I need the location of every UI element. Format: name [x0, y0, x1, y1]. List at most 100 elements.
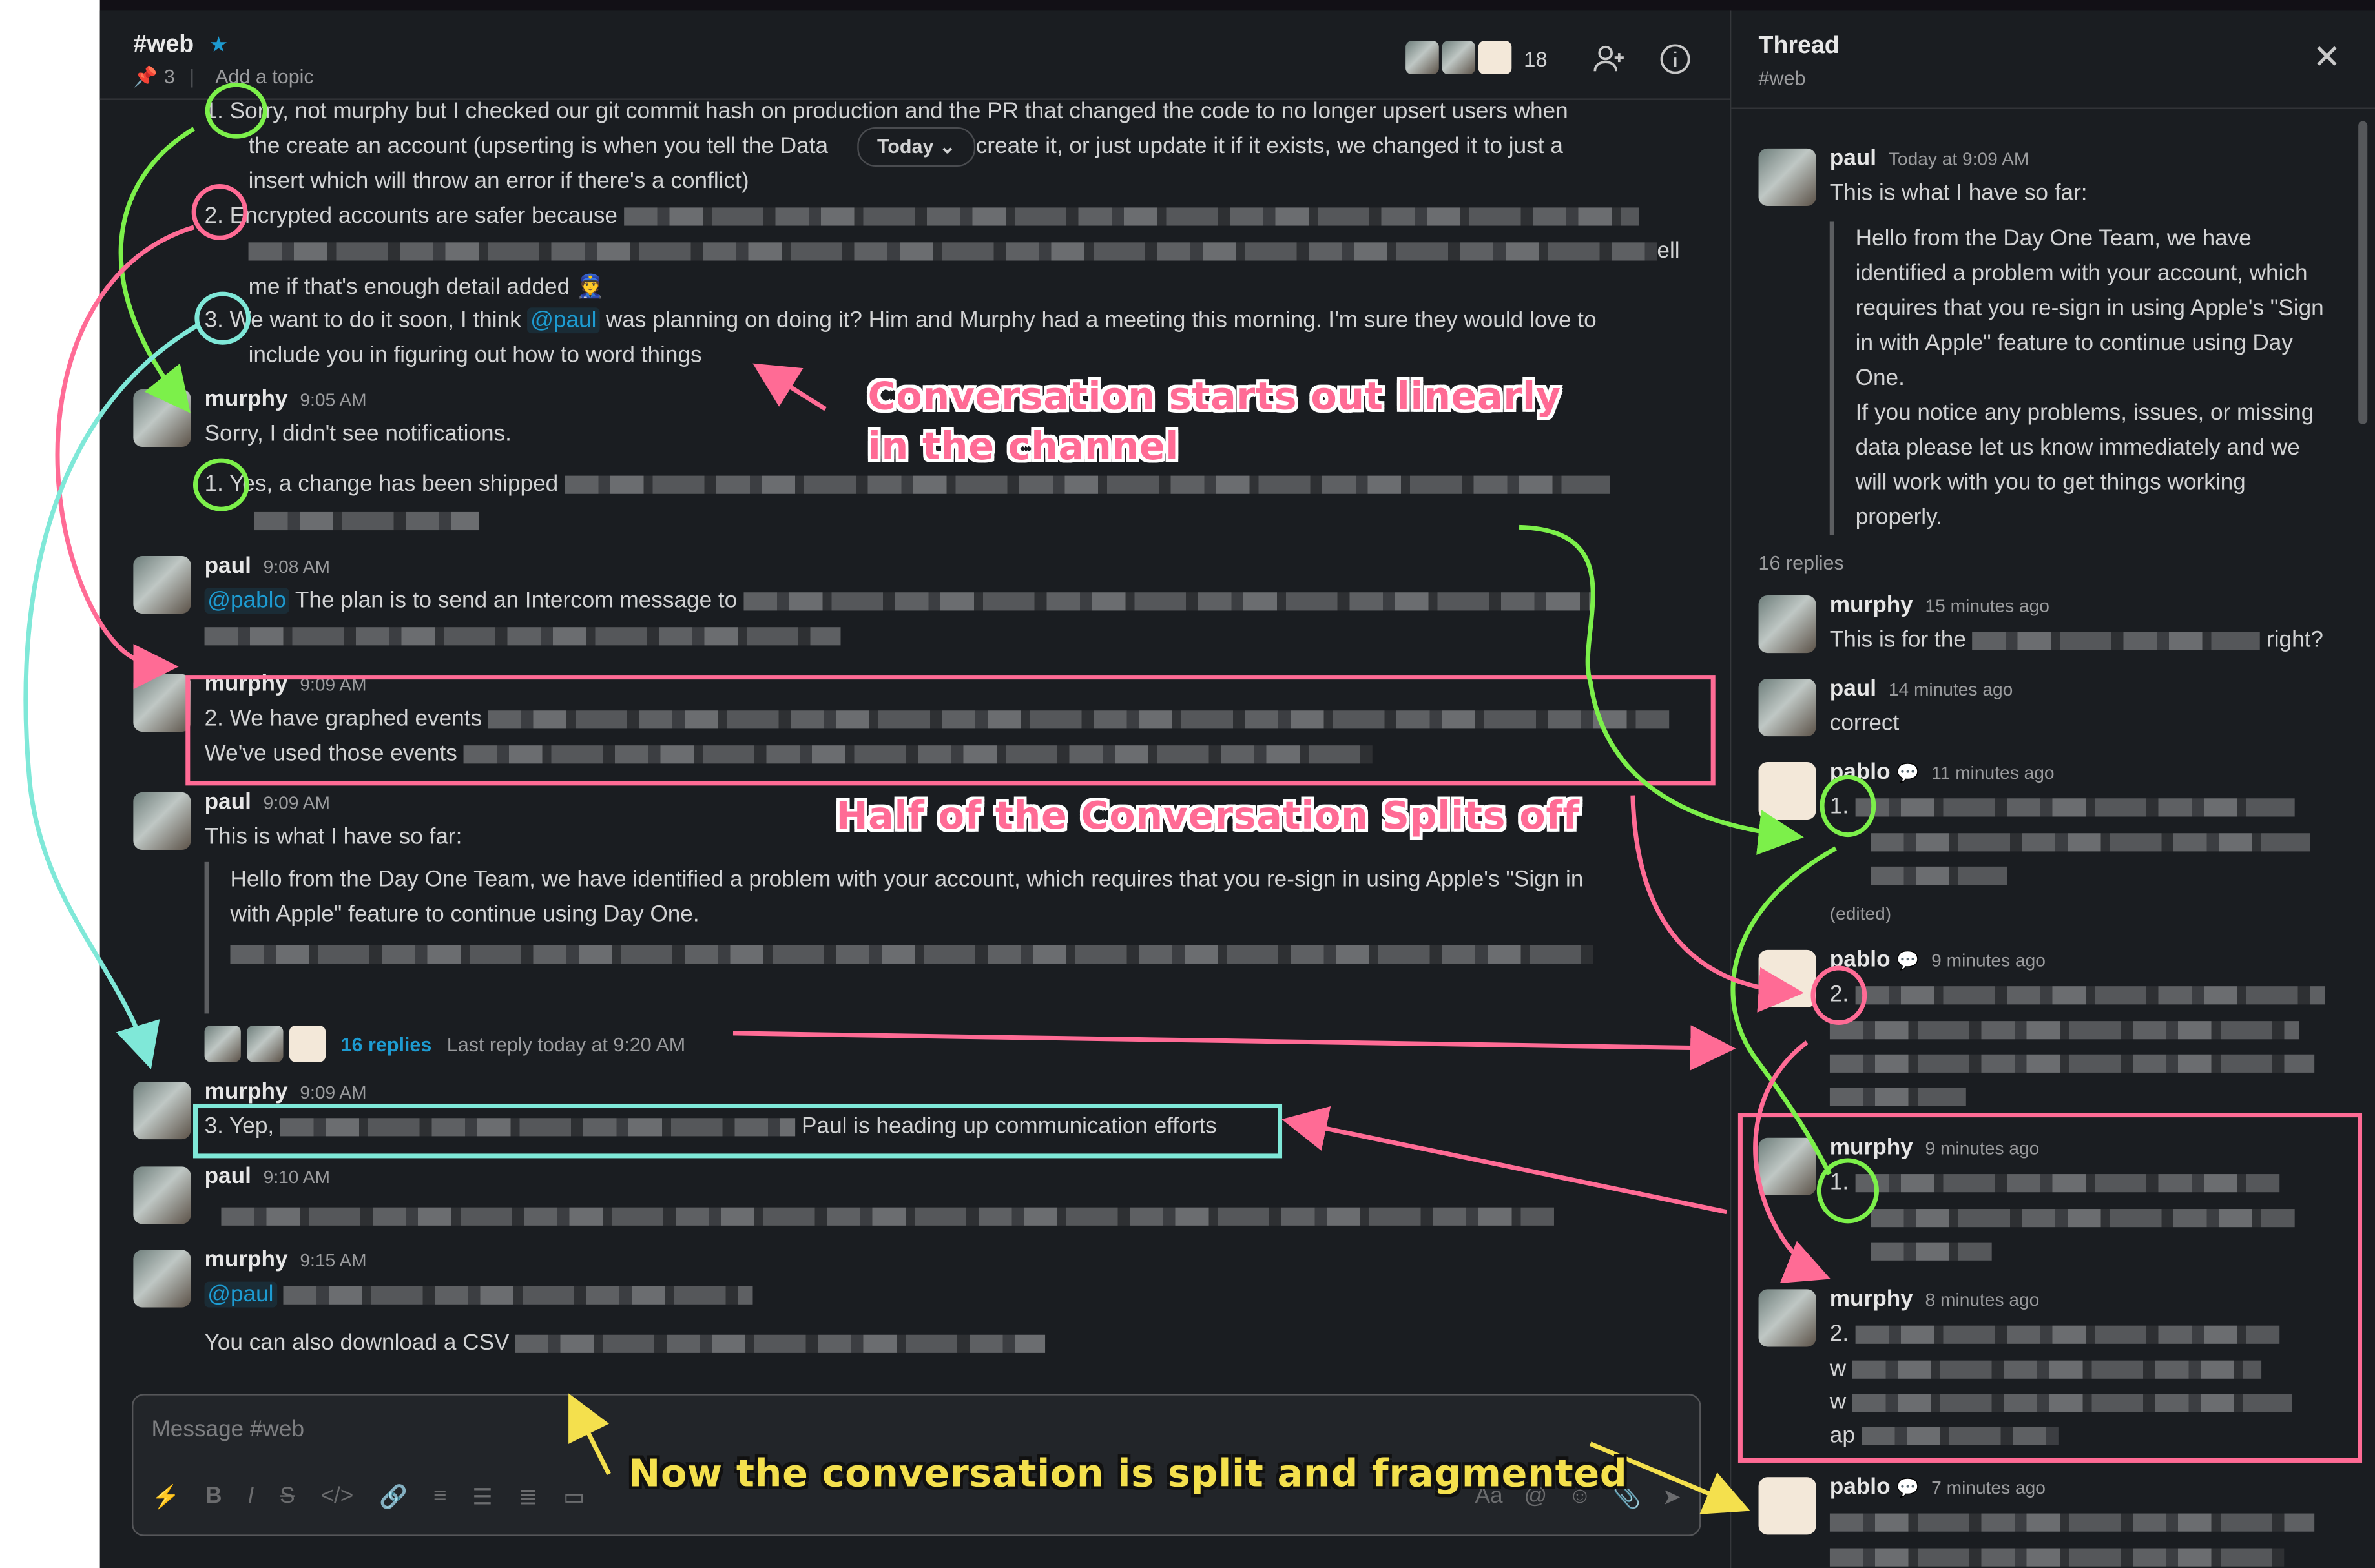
avatar: [247, 1026, 284, 1062]
bold-icon[interactable]: B: [205, 1483, 222, 1511]
composer-placeholder[interactable]: Message #web: [152, 1416, 305, 1442]
avatar[interactable]: [133, 674, 191, 732]
annotation-split: Half of the Conversation Splits off: [836, 794, 1580, 838]
message-text: [1871, 1204, 2295, 1230]
message-text: @paul: [204, 1281, 752, 1308]
message-author[interactable]: murphy 9:15 AM: [205, 1247, 367, 1273]
slack-window: #web ★ 📌 3 | Add a topic 18 Today ⌄ 1. S…: [0, 0, 2375, 1568]
thread-channel[interactable]: #web: [1759, 67, 1806, 89]
avatar[interactable]: [133, 1081, 191, 1140]
date-divider-pill[interactable]: Today ⌄: [857, 127, 976, 167]
message-author[interactable]: paul 9:09 AM: [205, 789, 330, 815]
avatar[interactable]: [1758, 1477, 1816, 1535]
code-block-icon[interactable]: ▭: [563, 1483, 585, 1511]
message-author[interactable]: murphy 9:09 AM: [205, 671, 367, 697]
quote-line: requires that you re-sign in using Apple…: [1855, 295, 2324, 322]
avatar[interactable]: [1758, 595, 1816, 654]
status-icon: 💬: [1896, 761, 1920, 783]
message-author[interactable]: pablo 💬 11 minutes ago: [1830, 759, 2055, 785]
quote-line: properly.: [1855, 504, 1942, 531]
avatar[interactable]: [133, 1250, 191, 1308]
blockquote-icon[interactable]: ≣: [519, 1483, 537, 1511]
message-author[interactable]: murphy 15 minutes ago: [1830, 592, 2049, 618]
quote-line: identified a problem with your account, …: [1855, 260, 2308, 287]
message-author[interactable]: murphy 8 minutes ago: [1830, 1286, 2040, 1312]
avatar[interactable]: [1758, 678, 1816, 737]
strikethrough-icon[interactable]: S: [280, 1483, 295, 1511]
reply-count: 16 replies: [1758, 551, 1844, 575]
status-icon: 💬: [1896, 949, 1920, 971]
message-author[interactable]: paul 14 minutes ago: [1830, 676, 2013, 701]
ordered-list-icon[interactable]: ≡: [433, 1483, 447, 1511]
message-text: ap: [1830, 1423, 2059, 1449]
avatar: [204, 1026, 241, 1062]
message-text: 1. Sorry, not murphy but I checked our g…: [204, 98, 1568, 125]
message-text: [254, 508, 479, 533]
pin-count[interactable]: 3: [164, 65, 175, 88]
message-text: [204, 623, 841, 648]
message-text: [1829, 1083, 1966, 1109]
channel-header: #web ★ 📌 3 | Add a topic 18: [99, 10, 1730, 100]
member-avatars[interactable]: [1405, 41, 1515, 74]
message-text: [1829, 1050, 2315, 1076]
avatar[interactable]: [133, 1166, 191, 1224]
thread-scrollbar[interactable]: [2358, 121, 2368, 424]
message-text: correct: [1829, 710, 1900, 737]
message-author[interactable]: murphy 9 minutes ago: [1830, 1135, 2040, 1161]
message-text: This is what I have so far:: [204, 824, 462, 851]
add-member-icon[interactable]: [1590, 41, 1626, 77]
member-count[interactable]: 18: [1524, 47, 1548, 72]
info-icon[interactable]: [1657, 41, 1693, 77]
avatar[interactable]: [1758, 1289, 1816, 1347]
message-text: [1871, 829, 2310, 854]
message-author[interactable]: pablo 💬 7 minutes ago: [1830, 1474, 2046, 1500]
link-icon[interactable]: 🔗: [379, 1483, 408, 1511]
italic-icon[interactable]: I: [247, 1483, 254, 1511]
mention-pablo[interactable]: @pablo: [204, 588, 289, 614]
avatar[interactable]: [1758, 1137, 1816, 1195]
message-author[interactable]: murphy 9:05 AM: [205, 386, 367, 412]
mention-paul[interactable]: @paul: [204, 1281, 277, 1308]
last-reply-text: Last reply today at 9:20 AM: [446, 1032, 686, 1055]
code-icon[interactable]: </>: [320, 1483, 353, 1511]
annotation-linear: Conversation starts out linearly in the …: [867, 374, 1561, 468]
quote-text: [230, 941, 1593, 968]
avatar[interactable]: [133, 792, 191, 851]
message-text: 1.: [1830, 1170, 2279, 1195]
avatar[interactable]: [1758, 148, 1816, 207]
message-text: insert which will throw an error if ther…: [248, 168, 749, 194]
channel-name[interactable]: #web: [133, 32, 194, 59]
avatar[interactable]: [1758, 949, 1816, 1008]
message-quote: Hello from the Day One Team, we have ide…: [1829, 221, 2356, 535]
message-text: [1871, 862, 2007, 888]
mention-paul[interactable]: @paul: [527, 307, 600, 334]
avatar: [289, 1026, 326, 1062]
message-quote: Hello from the Day One Team, we have ide…: [204, 861, 1593, 1014]
shortcuts-icon[interactable]: ⚡: [152, 1483, 180, 1511]
add-topic-link[interactable]: Add a topic: [215, 65, 314, 88]
avatar: [1442, 41, 1476, 74]
replies-link[interactable]: 16 replies: [341, 1033, 432, 1055]
bulleted-list-icon[interactable]: ☰: [472, 1483, 493, 1511]
avatar[interactable]: [133, 389, 191, 448]
message-text: w: [1830, 1389, 2292, 1415]
message-author[interactable]: paul 9:08 AM: [205, 553, 330, 579]
avatar[interactable]: [1758, 761, 1816, 820]
quote-line: data please let us know immediately and …: [1855, 435, 2300, 461]
thread-replies-bar[interactable]: 16 replies Last reply today at 9:20 AM: [204, 1026, 686, 1062]
message-author[interactable]: pablo 💬 9 minutes ago: [1830, 947, 2046, 973]
annotation-fragmented: Now the conversation is split and fragme…: [628, 1451, 1628, 1496]
pin-icon[interactable]: 📌: [133, 65, 158, 88]
avatar[interactable]: [133, 555, 191, 614]
emoji-icon: 👮: [576, 274, 605, 300]
message-author[interactable]: paul Today at 9:09 AM: [1830, 145, 2029, 171]
message-text: w: [1830, 1356, 2262, 1381]
message-text: @pablo The plan is to send an Intercom m…: [204, 588, 1592, 614]
star-icon[interactable]: ★: [209, 32, 228, 57]
message-author[interactable]: paul 9:10 AM: [205, 1164, 330, 1190]
quote-line: in with Apple" feature to continue using…: [1855, 330, 2293, 356]
send-icon[interactable]: ➤: [1662, 1483, 1681, 1511]
quote-line: will work with you to get things working: [1855, 469, 2246, 496]
message-author[interactable]: murphy 9:09 AM: [205, 1078, 367, 1104]
close-icon[interactable]: ✕: [2313, 38, 2341, 77]
